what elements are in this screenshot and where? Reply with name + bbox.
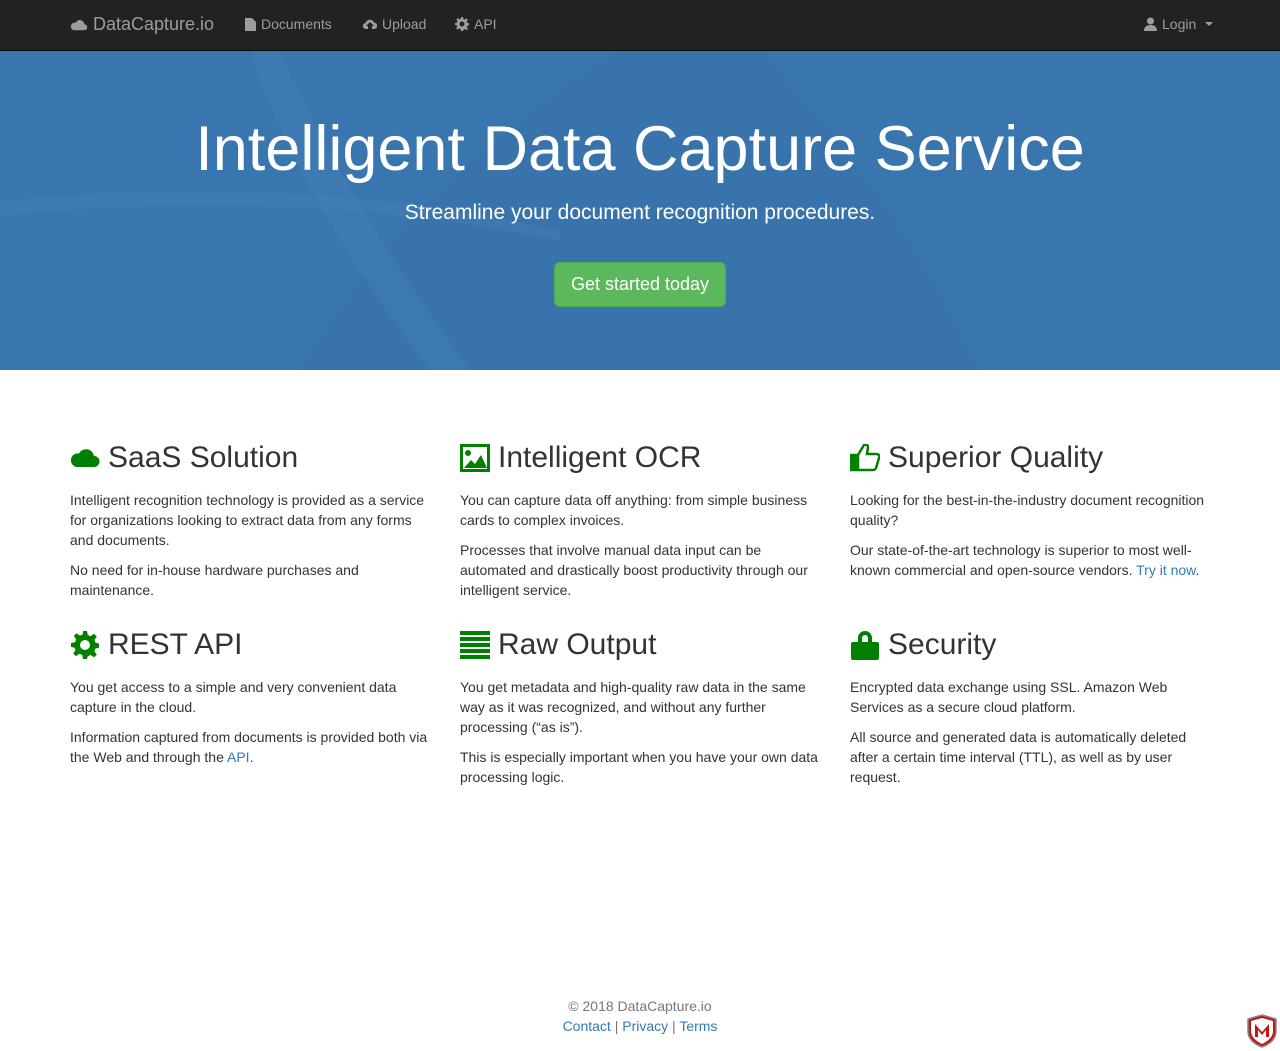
cog-icon xyxy=(70,630,100,660)
feature-heading: Intelligent OCR xyxy=(460,440,820,476)
lock-icon xyxy=(850,630,880,660)
feature-heading: Security xyxy=(850,627,1210,663)
navbar: DataCapture.io Documents Upload API Logi… xyxy=(0,0,1280,51)
feature-heading: SaaS Solution xyxy=(70,440,430,476)
feature-heading: REST API xyxy=(70,627,430,663)
feature-quality: Superior Quality Looking for the best-in… xyxy=(850,440,1210,590)
feature-text: Looking for the best-in-the-industry doc… xyxy=(850,492,1205,528)
thumbs-up-icon xyxy=(850,443,880,473)
nav-api-label: API xyxy=(474,16,497,32)
feature-title: Raw Output xyxy=(498,628,657,661)
nav-upload-label: Upload xyxy=(382,16,427,32)
footer: © 2018 DataCapture.io Contact | Privacy … xyxy=(0,996,1280,1036)
nav-documents-label: Documents xyxy=(261,16,332,32)
nav-upload[interactable]: Upload xyxy=(363,16,426,32)
footer-separator: | xyxy=(614,1018,619,1034)
feature-text: Information captured from documents is p… xyxy=(70,727,430,767)
get-started-button[interactable]: Get started today xyxy=(554,262,726,307)
nav-api[interactable]: API xyxy=(455,16,497,32)
terms-link[interactable]: Terms xyxy=(679,1018,717,1034)
hero-subtitle: Streamline your document recognition pro… xyxy=(404,201,876,224)
list-icon xyxy=(460,630,490,660)
file-icon xyxy=(245,17,256,31)
feature-text: Processes that involve manual data input… xyxy=(460,542,808,598)
contact-link[interactable]: Contact xyxy=(563,1018,611,1034)
picture-icon xyxy=(460,443,490,473)
feature-security: Security Encrypted data exchange using S… xyxy=(850,627,1210,797)
feature-text: This is especially important when you ha… xyxy=(460,749,818,785)
feature-title: SaaS Solution xyxy=(108,441,299,474)
caret-down-icon xyxy=(1205,22,1214,26)
login-dropdown[interactable]: Login xyxy=(1144,16,1214,32)
user-icon xyxy=(1144,17,1157,31)
nav-documents[interactable]: Documents xyxy=(245,16,332,32)
brand-label: DataCapture.io xyxy=(93,14,215,34)
gear-icon xyxy=(455,17,469,31)
privacy-link[interactable]: Privacy xyxy=(622,1018,668,1034)
security-shield-badge-icon[interactable] xyxy=(1246,1014,1278,1048)
hero-title: Intelligent Data Capture Service xyxy=(195,114,1085,184)
hero-jumbotron: Intelligent Data Capture Service Streaml… xyxy=(0,51,1280,370)
feature-title: Security xyxy=(888,628,997,661)
feature-title: REST API xyxy=(108,628,243,661)
feature-text-part: . xyxy=(1195,562,1200,578)
feature-text: All source and generated data is automat… xyxy=(850,729,1187,785)
api-link[interactable]: API xyxy=(227,749,250,765)
copyright: © 2018 DataCapture.io xyxy=(568,998,712,1014)
feature-title: Superior Quality xyxy=(888,441,1104,474)
feature-text: You can capture data off anything: from … xyxy=(460,492,808,528)
feature-text: You get access to a simple and very conv… xyxy=(70,679,397,715)
feature-title: Intelligent OCR xyxy=(498,441,702,474)
cloud-upload-icon xyxy=(363,19,377,29)
feature-text: Intelligent recognition technology is pr… xyxy=(70,492,425,548)
feature-rest-api: REST API You get access to a simple and … xyxy=(70,627,430,777)
try-it-now-link[interactable]: Try it now xyxy=(1136,562,1195,578)
footer-links: Contact | Privacy | Terms xyxy=(0,1016,1280,1036)
feature-text: No need for in-house hardware purchases … xyxy=(70,562,359,598)
feature-saas: SaaS Solution Intelligent recognition te… xyxy=(70,440,430,610)
feature-text: Our state-of-the-art technology is super… xyxy=(850,540,1210,580)
feature-text-part: . xyxy=(249,749,254,765)
feature-text: Encrypted data exchange using SSL. Amazo… xyxy=(850,679,1168,715)
feature-text: You get metadata and high-quality raw da… xyxy=(460,679,806,735)
feature-heading: Superior Quality xyxy=(850,440,1210,476)
footer-separator: | xyxy=(672,1018,676,1034)
cloud-icon xyxy=(70,443,100,473)
feature-raw-output: Raw Output You get metadata and high-qua… xyxy=(460,627,820,797)
brand-link[interactable]: DataCapture.io xyxy=(70,14,214,35)
feature-heading: Raw Output xyxy=(460,627,820,663)
cloud-icon xyxy=(70,19,88,30)
login-label: Login xyxy=(1162,16,1197,32)
feature-ocr: Intelligent OCR You can capture data off… xyxy=(460,440,820,610)
